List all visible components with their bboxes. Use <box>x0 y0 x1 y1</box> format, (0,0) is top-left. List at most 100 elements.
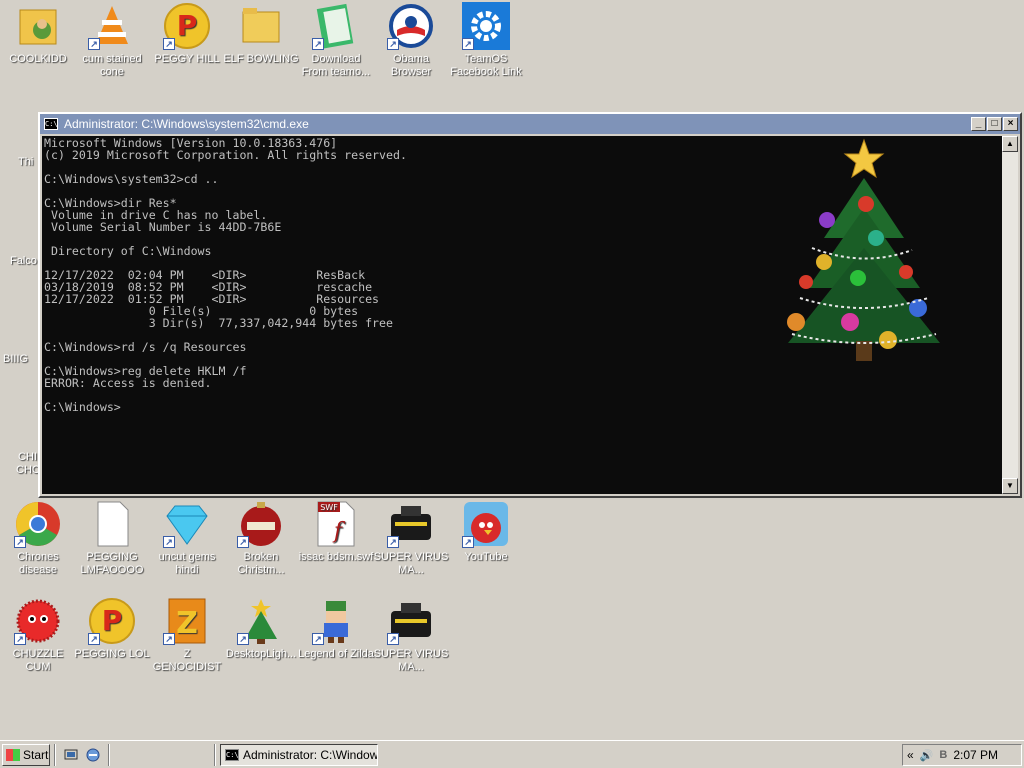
desktop-icon[interactable]: ↗ DesktopLigh... <box>223 597 299 661</box>
svg-text:Z: Z <box>176 606 198 641</box>
shortcut-arrow-icon: ↗ <box>387 633 399 645</box>
shortcut-arrow-icon: ↗ <box>163 633 175 645</box>
desktop-icon[interactable]: ↗ Obama Browser <box>373 2 449 79</box>
taskbar-separator <box>214 743 216 766</box>
p-logo-icon: P ↗ <box>163 2 211 50</box>
cmd-window[interactable]: C:\ Administrator: C:\Windows\system32\c… <box>38 112 1022 498</box>
desktop-icon-label: Z GENOCIDIST <box>152 648 222 673</box>
desktop-icon-label: YouTube <box>464 551 508 563</box>
desktop-icon-label: Download From teamo... <box>301 53 371 78</box>
desktop-icon[interactable]: Z ↗ Z GENOCIDIST <box>149 597 225 674</box>
desktop-icon-label: PEGGING LMFAOOOO <box>80 551 144 576</box>
svg-text:P: P <box>177 9 198 42</box>
desktop-icon-label: issac bdsm.swf <box>298 551 374 563</box>
desktop-icon[interactable]: ↗ uncut gems hindi <box>149 500 225 577</box>
desktop-icon[interactable]: ↗ YouTube <box>448 500 524 564</box>
tray-chevron-icon[interactable]: « <box>907 748 914 762</box>
camera-bag-icon: ↗ <box>387 500 435 548</box>
console-line: ERROR: Access is denied. <box>44 376 212 390</box>
windows-logo-icon <box>6 748 20 761</box>
clock[interactable]: 2:07 PM <box>953 748 998 762</box>
shortcut-arrow-icon: ↗ <box>88 38 100 50</box>
desktop-icon-label: COOLKIDD <box>9 53 67 65</box>
desktop-icon[interactable]: ↗ TeamOS Facebook Link <box>448 2 524 79</box>
shortcut-arrow-icon: ↗ <box>462 38 474 50</box>
z-block-icon: Z ↗ <box>163 597 211 645</box>
desktop-icon-label: cum stained cone <box>82 53 142 78</box>
volume-icon[interactable]: 🔊 <box>920 749 934 762</box>
cmd-icon: C:\ <box>225 748 239 761</box>
blank-file-icon <box>88 500 136 548</box>
shortcut-arrow-icon: ↗ <box>14 536 26 548</box>
shortcut-arrow-icon: ↗ <box>163 536 175 548</box>
christmas-ornament-icon: ↗ <box>237 500 285 548</box>
vertical-scrollbar[interactable]: ▲ ▼ <box>1002 136 1018 494</box>
desktop-icon-label: Legend of Zilda <box>298 648 374 660</box>
desktop-icon-label: Obama Browser <box>390 53 432 78</box>
red-fuzzy-icon: ↗ <box>14 597 62 645</box>
shortcut-arrow-icon: ↗ <box>237 536 249 548</box>
shortcut-arrow-icon: ↗ <box>14 633 26 645</box>
ie-icon[interactable] <box>84 747 102 763</box>
scroll-up-button[interactable]: ▲ <box>1002 136 1018 152</box>
shortcut-arrow-icon: ↗ <box>163 38 175 50</box>
window-title: Administrator: C:\Windows\system32\cmd.e… <box>64 117 309 131</box>
angry-bird-icon: ↗ <box>462 500 510 548</box>
taskbar: Start C:\ Administrator: C:\Window... « … <box>0 740 1024 768</box>
desktop-icon[interactable]: ↗ Legend of Zilda <box>298 597 374 661</box>
desktop-icon-label: Broken Christm... <box>237 551 285 576</box>
desktop-icon[interactable]: ↗ SUPER VIRUS MA... <box>373 500 449 577</box>
desktop-icon-label: Chrones disease <box>17 551 59 576</box>
desktop-icon-label: SUPER VIRUS MA... <box>373 648 449 673</box>
desktop-icon[interactable]: ELF BOWLING <box>223 2 299 66</box>
desktop-icon[interactable]: ↗ Chrones disease <box>0 500 76 577</box>
desktop-icon-label: TeamOS Facebook Link <box>450 53 522 78</box>
shortcut-arrow-icon: ↗ <box>387 536 399 548</box>
desktop-icon[interactable]: P ↗ PEGGING LOL <box>74 597 150 661</box>
shortcut-arrow-icon: ↗ <box>88 633 100 645</box>
shortcut-arrow-icon: ↗ <box>387 38 399 50</box>
desktop-icon[interactable]: ↗ CHUZZLE CUM <box>0 597 76 674</box>
start-button[interactable]: Start <box>2 743 50 766</box>
maximize-button[interactable]: □ <box>987 117 1002 131</box>
cmd-titlebar[interactable]: C:\ Administrator: C:\Windows\system32\c… <box>40 114 1020 134</box>
desktop-icon[interactable]: P ↗ PEGGY HILL <box>149 2 225 66</box>
scroll-down-button[interactable]: ▼ <box>1002 478 1018 494</box>
desktop-icon-label: SUPER VIRUS MA... <box>373 551 449 576</box>
task-button-cmd[interactable]: C:\ Administrator: C:\Window... <box>220 743 378 766</box>
christmas-tree-icon: ↗ <box>237 597 285 645</box>
task-button-label: Administrator: C:\Window... <box>243 747 378 762</box>
close-button[interactable]: × <box>1003 117 1018 131</box>
desktop-icon[interactable]: ↗ cum stained cone <box>74 2 150 79</box>
desktop-icon[interactable]: SWF f issac bdsm.swf <box>298 500 374 564</box>
desktop-icon[interactable]: PEGGING LMFAOOOO <box>74 500 150 577</box>
desktop-icon-label: PEGGY HILL <box>154 53 220 65</box>
chrome-icon: ↗ <box>14 500 62 548</box>
partial-label: Falco <box>10 255 37 267</box>
system-tray: « 🔊 B 2:07 PM <box>902 744 1022 766</box>
folder-icon <box>237 2 285 50</box>
minimize-button[interactable]: _ <box>971 117 986 131</box>
desktop-icon-label: CHUZZLE CUM <box>12 648 64 673</box>
green-notebook-icon: ↗ <box>312 2 360 50</box>
taskbar-separator <box>108 743 110 766</box>
partial-label: Thi <box>18 156 34 168</box>
desktop-icon-label: uncut gems hindi <box>158 551 216 576</box>
folder-user-icon <box>14 2 62 50</box>
partial-label: CHC <box>16 464 40 476</box>
show-desktop-icon[interactable] <box>62 747 80 763</box>
desktop-icon-label: PEGGING LOL <box>74 648 150 660</box>
shortcut-arrow-icon: ↗ <box>312 633 324 645</box>
svg-text:P: P <box>102 604 123 637</box>
partial-label: CHI <box>18 451 37 463</box>
desktop-icon-label: DesktopLigh... <box>225 648 297 660</box>
desktop-icon[interactable]: COOLKIDD <box>0 2 76 66</box>
console-line: C:\Windows> <box>44 400 121 414</box>
desktop-icon[interactable]: ↗ SUPER VIRUS MA... <box>373 597 449 674</box>
desktop-icon[interactable]: ↗ Download From teamo... <box>298 2 374 79</box>
desktop-icon[interactable]: ↗ Broken Christm... <box>223 500 299 577</box>
gear-icon: ↗ <box>462 2 510 50</box>
shortcut-arrow-icon: ↗ <box>312 38 324 50</box>
network-icon[interactable]: B <box>939 749 947 761</box>
